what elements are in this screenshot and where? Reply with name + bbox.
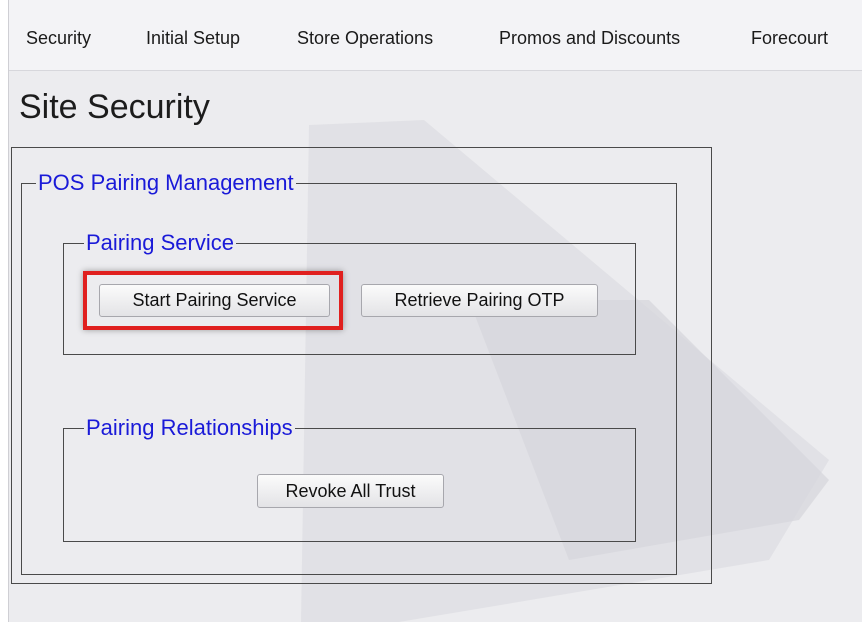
app-frame: Security Initial Setup Store Operations …: [8, 0, 862, 622]
start-pairing-service-button[interactable]: Start Pairing Service: [99, 284, 330, 317]
nav-item-promos-and-discounts[interactable]: Promos and Discounts: [499, 28, 680, 49]
top-nav: Security Initial Setup Store Operations …: [9, 0, 862, 71]
pos-pairing-management-legend: POS Pairing Management: [38, 170, 294, 195]
page-title: Site Security: [19, 88, 210, 126]
revoke-all-trust-button[interactable]: Revoke All Trust: [257, 474, 444, 508]
nav-item-security[interactable]: Security: [26, 28, 91, 49]
pairing-service-legend: Pairing Service: [86, 230, 234, 255]
pairing-relationships-legend: Pairing Relationships: [86, 415, 293, 440]
nav-item-forecourt[interactable]: Forecourt: [751, 28, 828, 49]
nav-item-store-operations[interactable]: Store Operations: [297, 28, 433, 49]
nav-item-initial-setup[interactable]: Initial Setup: [146, 28, 240, 49]
retrieve-pairing-otp-button[interactable]: Retrieve Pairing OTP: [361, 284, 598, 317]
